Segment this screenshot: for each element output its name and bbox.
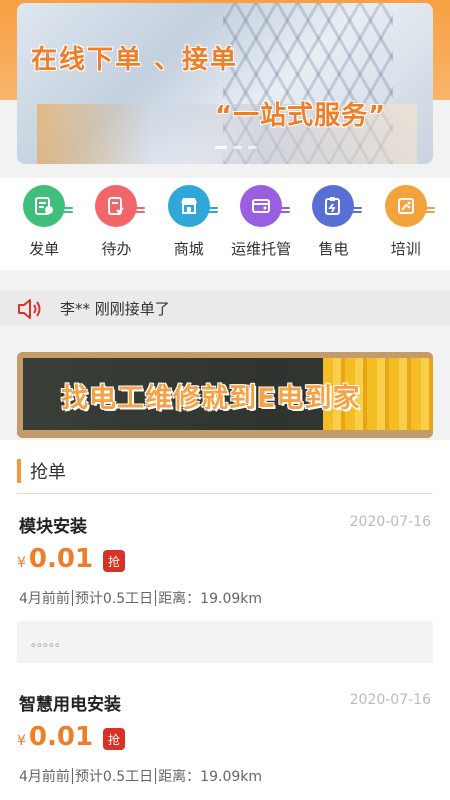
order-card[interactable]: 模块安装 2020-07-16 ¥ 0.01 抢 4月前前 预计0.5工日 距离：1… xyxy=(17,512,433,664)
carousel-dot[interactable] xyxy=(233,146,242,149)
section-title: 抢单 xyxy=(30,462,66,483)
carousel-dot[interactable] xyxy=(215,146,227,149)
order-date: 2020-07-16 xyxy=(349,692,431,708)
quick-nav: 发单 待办 商城 运维托管 售电 培训 xyxy=(0,178,450,270)
training-icon xyxy=(384,185,435,227)
nav-item-maintenance[interactable]: 运维托管 xyxy=(228,178,294,270)
meta-distance: 距离：19.09km xyxy=(158,769,263,785)
price-value: 0.01 xyxy=(28,544,94,574)
carousel-dot[interactable] xyxy=(248,146,257,149)
order-name: 模块安装 xyxy=(19,517,87,537)
meta-workday: 预计0.5工日 xyxy=(74,591,154,607)
order-description: 。。。。。 xyxy=(17,621,433,663)
price-value: 0.01 xyxy=(28,722,94,752)
currency-symbol: ¥ xyxy=(17,555,26,571)
ad-banner[interactable]: 找电工维修就到E电到家 xyxy=(17,352,433,438)
meta-separator xyxy=(155,590,157,606)
electricity-sale-icon xyxy=(312,185,363,227)
nav-item-publish[interactable]: 发单 xyxy=(11,178,77,270)
section-header: 抢单 xyxy=(17,458,66,484)
maintenance-hosting-icon xyxy=(240,185,291,227)
publish-order-icon xyxy=(23,185,74,227)
meta-time: 4月前前 xyxy=(19,769,70,785)
section-marker xyxy=(17,459,21,483)
ad-banner-text: 找电工维修就到E电到家 xyxy=(61,383,361,414)
order-card[interactable]: 智慧用电安装 2020-07-16 ¥ 0.01 抢 4月前前 预计0.5工日 距离… xyxy=(17,690,433,790)
meta-workday: 预计0.5工日 xyxy=(74,769,154,785)
store-icon xyxy=(167,185,218,227)
notice-text: 李** 刚刚接单了 xyxy=(60,300,170,318)
meta-distance: 距离：19.09km xyxy=(158,591,263,607)
currency-symbol: ¥ xyxy=(17,733,26,749)
todo-list-icon xyxy=(95,185,146,227)
order-meta: 4月前前 预计0.5工日 距离：19.09km xyxy=(19,588,262,608)
carousel-indicator[interactable] xyxy=(215,146,257,149)
nav-item-todo[interactable]: 待办 xyxy=(83,178,149,270)
meta-separator xyxy=(71,768,73,784)
nav-label-todo: 待办 xyxy=(101,240,132,258)
banner-title-line2: “一站式服务” xyxy=(215,101,387,131)
order-meta: 4月前前 预计0.5工日 距离：19.09km xyxy=(19,766,262,786)
nav-label-store: 商城 xyxy=(173,240,204,258)
order-price: ¥ 0.01 xyxy=(17,722,93,752)
nav-item-electricity[interactable]: 售电 xyxy=(300,178,366,270)
nav-label-publish: 发单 xyxy=(29,240,60,258)
meta-time: 4月前前 xyxy=(19,591,70,607)
nav-label-maintenance: 运维托管 xyxy=(231,240,292,258)
grab-order-button[interactable]: 抢 xyxy=(103,550,125,572)
meta-separator xyxy=(71,590,73,606)
nav-item-training[interactable]: 培训 xyxy=(373,178,439,270)
order-date: 2020-07-16 xyxy=(349,514,431,530)
speaker-icon xyxy=(18,298,41,319)
notice-bar[interactable]: 李** 刚刚接单了 xyxy=(0,291,450,326)
banner-title-line1: 在线下单 、接单 xyxy=(31,45,239,75)
order-price: ¥ 0.01 xyxy=(17,544,93,574)
nav-label-electricity: 售电 xyxy=(318,240,349,258)
nav-item-store[interactable]: 商城 xyxy=(156,178,222,270)
promo-banner[interactable]: 在线下单 、接单 “一站式服务” xyxy=(17,3,433,164)
divider xyxy=(17,493,433,494)
nav-label-training: 培训 xyxy=(390,240,421,258)
order-name: 智慧用电安装 xyxy=(19,695,121,715)
meta-separator xyxy=(155,768,157,784)
grab-order-button[interactable]: 抢 xyxy=(103,728,125,750)
